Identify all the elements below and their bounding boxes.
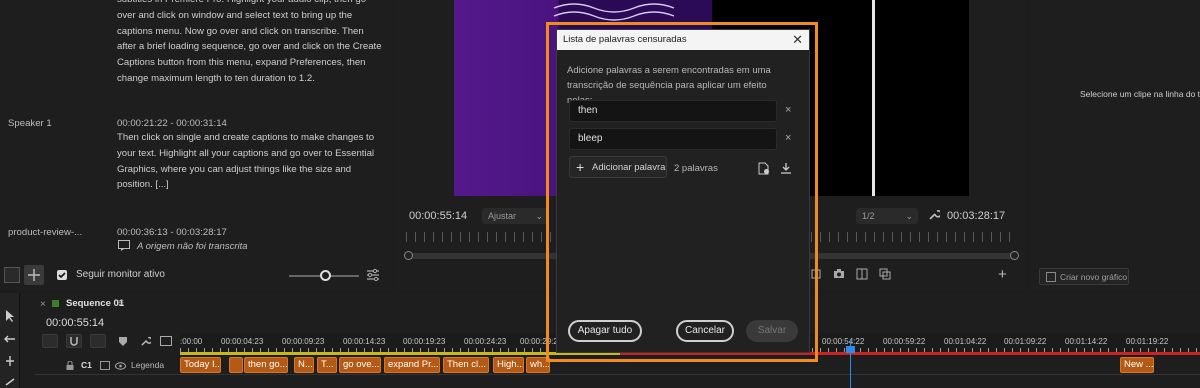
caption-icon [118,240,131,254]
selection-tool-icon[interactable] [4,309,16,326]
caption-clip[interactable]: go ove... [339,357,381,373]
track-c1-label[interactable]: C1 [81,360,92,370]
close-icon[interactable]: ✕ [792,30,803,50]
caption-clip[interactable]: Today I... [180,357,221,373]
create-graphic-button[interactable]: Criar novo gráfico [1039,268,1129,285]
linked-selection-icon[interactable] [90,334,106,348]
cancel-button[interactable]: Cancelar [676,320,734,342]
grid-icon[interactable] [24,265,44,285]
scroll-handle-left[interactable] [404,251,413,260]
transcript-panel: subtitles in Premiere Pro. Highlight you… [0,0,393,290]
timeline-wrench-icon[interactable] [140,336,153,350]
video-content-line [872,0,875,196]
plus-icon: + [576,159,585,175]
word-count: 2 palavras [674,163,718,174]
ruler-label: 00:00:59:22 [883,337,926,346]
untranscribed-note: A origem não foi transcrita [137,241,248,252]
new-graphic-icon [1046,272,1056,285]
quality-dropdown-label: 1/2 [862,211,875,221]
tools-column [0,293,20,388]
ruler-label: :00:00 [180,337,203,346]
fit-dropdown-label: Ajustar [488,211,517,221]
duration-timecode: 00:03:28:17 [947,210,1006,222]
sequence-color-swatch [52,300,59,307]
remove-word-icon[interactable]: × [785,132,791,144]
caption-clip[interactable]: High... [493,357,524,373]
sequence-tab[interactable]: Sequence 01 [66,298,124,309]
transcript-text-block[interactable]: Then click on single and create captions… [117,130,385,193]
caption-clip[interactable]: Then cl... [443,357,489,373]
select-clip-hint: Selecione um clipe na linha do tempo [1080,89,1200,99]
import-list-icon[interactable] [758,162,770,178]
sequence-menu-icon[interactable]: ≡ [118,298,124,309]
lock-icon[interactable] [66,360,74,373]
add-word-button[interactable]: + Adicionar palavra [569,156,667,178]
chevron-down-icon: ⌄ [535,211,543,221]
sync-lock-icon[interactable] [100,361,110,373]
caption-clip[interactable]: then go... [244,357,288,373]
ruler-label: 00:00:09:23 [282,337,325,346]
essential-graphics-panel: Selecione um clipe na linha do tempo Cri… [1029,0,1200,290]
caption-clip[interactable]: New ... [1120,357,1154,373]
remove-word-icon[interactable]: × [785,104,791,116]
caption-clip[interactable]: N... [294,357,314,373]
ruler-label: 00:00:19:23 [403,337,446,346]
fit-dropdown[interactable]: Ajustar ⌄ [482,208,548,224]
monitor-timecode[interactable]: 00:00:55:14 [409,210,467,222]
timeline-timecode[interactable]: 00:00:55:14 [46,317,104,329]
settings-sliders-icon[interactable] [366,268,380,285]
caption-clip[interactable] [229,357,243,373]
ruler-label: 00:00:54:22 [822,337,865,346]
snap-icon[interactable] [66,334,82,348]
caption-track-label: Legenda [131,360,165,370]
playhead-handle[interactable] [846,346,855,353]
transcript-text-block[interactable]: subtitles in Premiere Pro. Highlight you… [117,0,385,87]
marker-icon[interactable] [118,336,128,350]
transcript-footer: Seguir monitor ativo [0,262,393,290]
segment-timecode: 00:00:36:13 - 00:03:28:17 [117,227,227,238]
dialog-title: Lista de palavras censuradas [563,34,687,45]
nest-icon[interactable] [42,334,58,348]
wrench-icon[interactable] [928,209,942,224]
zoom-slider-handle[interactable] [320,270,331,281]
scroll-handle-right[interactable] [1010,251,1019,260]
camera-icon[interactable] [833,268,845,282]
speaker-label: Speaker 1 [8,118,52,129]
follow-checkbox[interactable] [57,270,67,280]
ruler-label: 00:00:14:23 [343,337,386,346]
close-sequence-icon[interactable]: × [40,299,46,310]
caption-clip[interactable]: T... [317,357,337,373]
compare-icon[interactable] [856,268,868,283]
ruler-label: 00:00:24:23 [464,337,507,346]
ripple-edit-icon[interactable] [4,355,16,370]
ruler-label: 00:00:04:23 [221,337,264,346]
speaker-label: product-review-... [8,227,83,238]
create-graphic-label: Criar novo gráfico [1060,272,1128,282]
caption-clip[interactable]: expand Pr... [384,357,440,373]
layout-icon[interactable] [4,267,20,283]
ruler-label: 00:01:19:22 [1126,337,1169,346]
track-select-icon[interactable] [4,333,16,348]
censored-words-dialog: Lista de palavras censuradas ✕ Adicione … [556,29,810,353]
ruler-label: 00:01:04:22 [944,337,987,346]
download-icon[interactable] [780,162,792,177]
export-frame-icon[interactable] [879,268,891,283]
add-button-icon[interactable]: + [998,266,1007,283]
eye-icon[interactable] [115,361,126,373]
segment-timecode: 00:00:21:22 - 00:00:31:14 [117,118,227,129]
save-button[interactable]: Salvar [746,320,798,342]
dialog-titlebar: Lista de palavras censuradas ✕ [557,30,809,50]
ruler-label: 00:01:09:22 [1004,337,1047,346]
add-word-label: Adicionar palavra [592,162,666,173]
ruler-label: 00:01:14:22 [1065,337,1108,346]
quality-dropdown[interactable]: 1/2 ⌄ [856,208,918,224]
clear-all-button[interactable]: Apagar tudo [568,320,642,342]
censored-word-input[interactable]: bleep [569,128,777,150]
captions-icon[interactable] [160,336,172,349]
chevron-down-icon: ⌄ [905,211,913,221]
razor-tool-icon[interactable] [4,377,16,388]
censored-word-input[interactable]: then [569,100,777,122]
track-divider [34,374,1200,375]
follow-monitor-label: Seguir monitor ativo [76,269,165,280]
